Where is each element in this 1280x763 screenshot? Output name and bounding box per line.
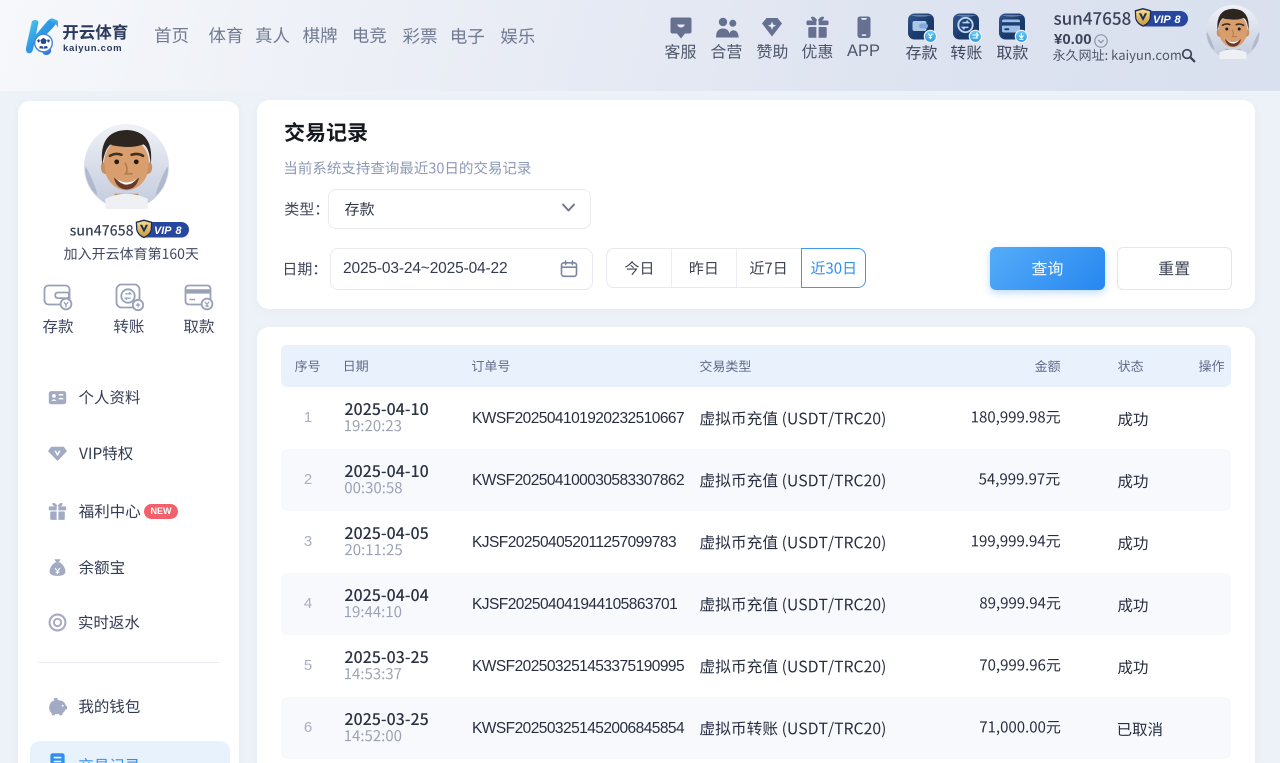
- svg-text:VIP: VIP: [1153, 14, 1171, 26]
- svg-text:8: 8: [1175, 14, 1182, 26]
- svg-text:VIP: VIP: [154, 225, 172, 237]
- svg-text:8: 8: [176, 225, 182, 237]
